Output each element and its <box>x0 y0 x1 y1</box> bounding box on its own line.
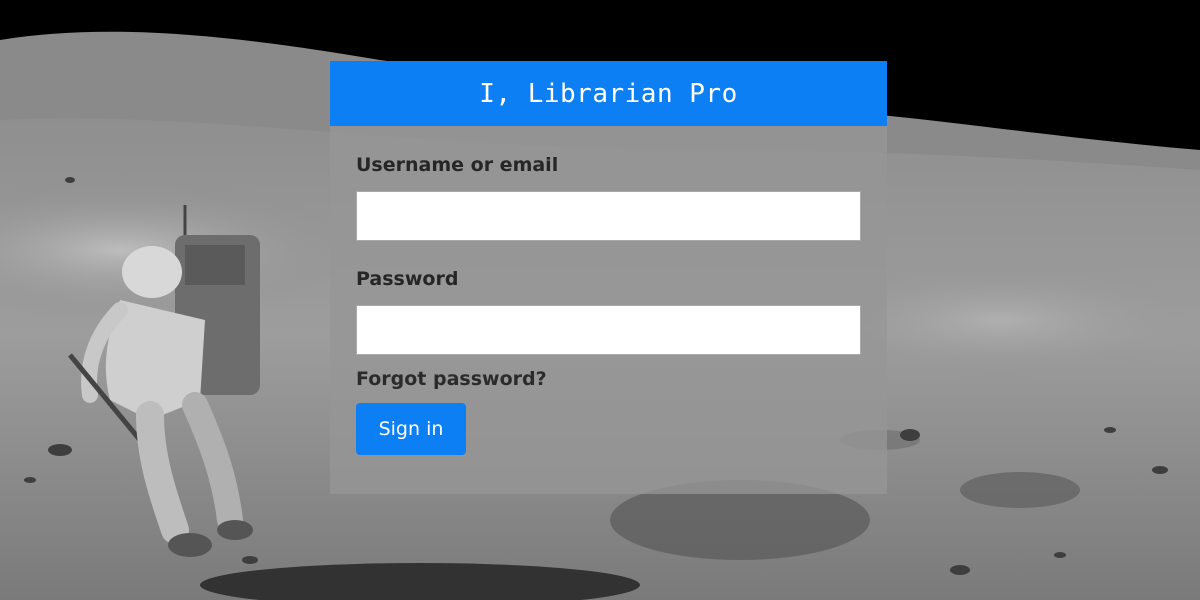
login-panel: I, Librarian Pro Username or email Passw… <box>330 61 887 494</box>
login-header: I, Librarian Pro <box>330 61 887 126</box>
username-input[interactable] <box>356 191 861 241</box>
password-label: Password <box>356 268 459 290</box>
app-title: I, Librarian Pro <box>479 78 738 109</box>
username-label: Username or email <box>356 154 559 176</box>
sign-in-button[interactable]: Sign in <box>356 403 466 455</box>
login-form: Username or email Password Forgot passwo… <box>330 126 887 455</box>
password-input[interactable] <box>356 305 861 355</box>
forgot-password-link[interactable]: Forgot password? <box>356 366 547 392</box>
